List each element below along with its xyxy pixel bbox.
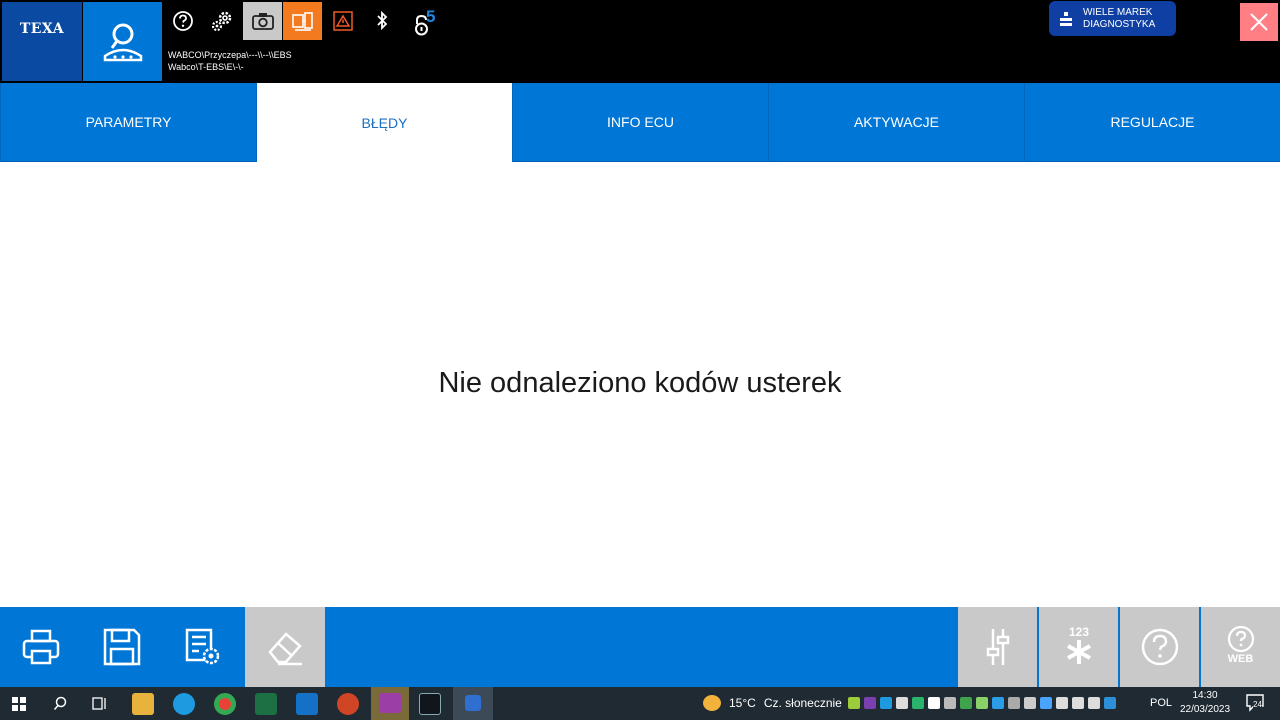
tray-app-icon[interactable]: [976, 697, 988, 709]
tray-app-icon[interactable]: [912, 697, 924, 709]
no-errors-message: Nie odnaleziono kodów usterek: [438, 367, 842, 399]
multi-brand-label-line1: WIELE MAREK: [1083, 6, 1153, 18]
tray-app-icon[interactable]: [1024, 697, 1036, 709]
ecu-path: WABCO\Przyczepa\---\\--\\EBS Wabco\T-EBS…: [168, 49, 292, 73]
multi-brand-diagnosis-button[interactable]: WIELE MAREK DIAGNOSTYKA: [1049, 1, 1176, 36]
report-settings-button[interactable]: [163, 607, 243, 687]
notification-count: 24: [1253, 700, 1262, 709]
media-app-icon: [379, 693, 401, 713]
lock-button[interactable]: 5: [402, 2, 442, 40]
outlook-icon[interactable]: [296, 693, 318, 715]
tab-regulacje[interactable]: REGULACJE: [1024, 83, 1280, 162]
tray-app-icon[interactable]: [944, 697, 956, 709]
edge-browser-icon[interactable]: [173, 693, 195, 715]
texa-app-icon: [465, 695, 481, 711]
powerpoint-icon[interactable]: [337, 693, 359, 715]
tray-volume-icon[interactable]: [1088, 697, 1100, 709]
tab-aktywacje[interactable]: AKTYWACJE: [768, 83, 1024, 162]
web-help-icon: [1227, 625, 1254, 653]
lock-badge-count: 5: [426, 7, 436, 26]
tray-network-icon[interactable]: [1104, 697, 1116, 709]
taskbar-texa-app[interactable]: [453, 687, 493, 720]
ecu-path-line2: Wabco\T-EBS\E\-\-: [168, 62, 244, 72]
tray-onenote-icon[interactable]: [864, 697, 876, 709]
warning-icon: [333, 11, 353, 31]
tray-app-icon[interactable]: [880, 697, 892, 709]
close-icon: [1250, 13, 1268, 31]
vehicle-search-button[interactable]: [83, 2, 162, 81]
tab-parametry[interactable]: PARAMETRY: [0, 83, 256, 162]
settings-button[interactable]: [206, 2, 238, 40]
help-bottom-button[interactable]: [1120, 607, 1200, 687]
language-indicator[interactable]: POL: [1150, 697, 1172, 709]
tray-app-icon[interactable]: [896, 697, 908, 709]
print-button[interactable]: [1, 607, 81, 687]
weather-condition: Cz. słonecznie: [763, 696, 842, 710]
tray-bluetooth-icon[interactable]: [1040, 697, 1052, 709]
weather-sun-icon: [703, 695, 721, 711]
error-codes-button[interactable]: 123: [1039, 607, 1119, 687]
chrome-browser-icon[interactable]: [214, 693, 236, 715]
weather-widget[interactable]: 15°C Cz. słonecznie: [703, 695, 842, 711]
taskbar-clock[interactable]: 14:30 22/03/2023: [1176, 689, 1234, 717]
app-window: TEXA 5 WABCO\Przyczepa\---\\--\\EBS Wabc…: [0, 0, 1280, 720]
windows-taskbar: 15°C Cz. słonecznie POL 14:30 22/03/2023…: [0, 687, 1280, 720]
file-explorer-icon[interactable]: [132, 693, 154, 715]
asterisk-icon: [1067, 640, 1091, 664]
multi-brand-label-line2: DIAGNOSTYKA: [1083, 18, 1156, 30]
weather-temperature: 15°C: [729, 696, 756, 710]
excel-icon[interactable]: [255, 693, 277, 715]
tray-app-icon[interactable]: [992, 697, 1004, 709]
top-bar: TEXA 5 WABCO\Przyczepa\---\\--\\EBS Wabc…: [0, 0, 1280, 83]
tab-bledy[interactable]: BŁĘDY: [256, 83, 512, 162]
web-label: WEB: [1227, 653, 1254, 665]
warning-button[interactable]: [327, 2, 359, 40]
web-help-button[interactable]: WEB: [1201, 607, 1280, 687]
help-icon: [173, 11, 193, 31]
clear-errors-button[interactable]: [245, 607, 325, 687]
tray-mic-icon[interactable]: [928, 697, 940, 709]
bluetooth-button[interactable]: [370, 2, 394, 40]
filter-button[interactable]: [958, 607, 1038, 687]
tray-wifi-icon[interactable]: [1072, 697, 1084, 709]
gears-icon: [211, 11, 232, 32]
help-button[interactable]: [168, 2, 198, 40]
taskbar-active-app[interactable]: [371, 687, 409, 720]
tray-app-icon[interactable]: [1008, 697, 1020, 709]
error-list-panel: Nie odnaleziono kodów usterek: [0, 162, 1280, 720]
vci-connection-button[interactable]: [283, 2, 322, 40]
tab-bar: PARAMETRY BŁĘDY INFO ECU AKTYWACJE REGUL…: [0, 83, 1280, 162]
notification-center-button[interactable]: 24: [1246, 694, 1266, 712]
texa-logo: TEXA: [2, 2, 82, 81]
save-button[interactable]: [82, 607, 162, 687]
tab-info-ecu[interactable]: INFO ECU: [512, 83, 768, 162]
sliders-icon: [986, 629, 1010, 665]
multi-brand-icon: [1060, 11, 1072, 26]
camera-icon: [251, 13, 274, 30]
eraser-icon: [268, 632, 302, 666]
task-view-icon[interactable]: [92, 696, 108, 711]
taskbar-search-icon[interactable]: [53, 696, 68, 711]
bottom-toolbar: 123 WEB: [0, 607, 1280, 687]
list-settings-icon: [185, 628, 220, 665]
camera-button[interactable]: [243, 2, 282, 40]
diagnostic-app-icon[interactable]: [419, 693, 441, 715]
windows-start-icon[interactable]: [12, 697, 26, 711]
bluetooth-icon: [377, 10, 388, 31]
clock-time: 14:30: [1192, 690, 1218, 701]
tray-battery-icon[interactable]: [1056, 697, 1068, 709]
floppy-disk-icon: [103, 628, 141, 666]
tray-app-icon[interactable]: [848, 697, 860, 709]
search-vehicle-icon: [103, 23, 142, 61]
system-tray: [848, 697, 1116, 709]
printer-icon: [22, 629, 60, 665]
vci-device-icon: [291, 12, 313, 31]
close-button[interactable]: [1240, 3, 1278, 41]
ecu-path-line1: WABCO\Przyczepa\---\\--\\EBS: [168, 50, 292, 60]
help-icon: [1141, 628, 1179, 666]
tray-security-icon[interactable]: [960, 697, 972, 709]
error-codes-label: 123: [1068, 625, 1090, 639]
clock-date: 22/03/2023: [1179, 704, 1231, 715]
